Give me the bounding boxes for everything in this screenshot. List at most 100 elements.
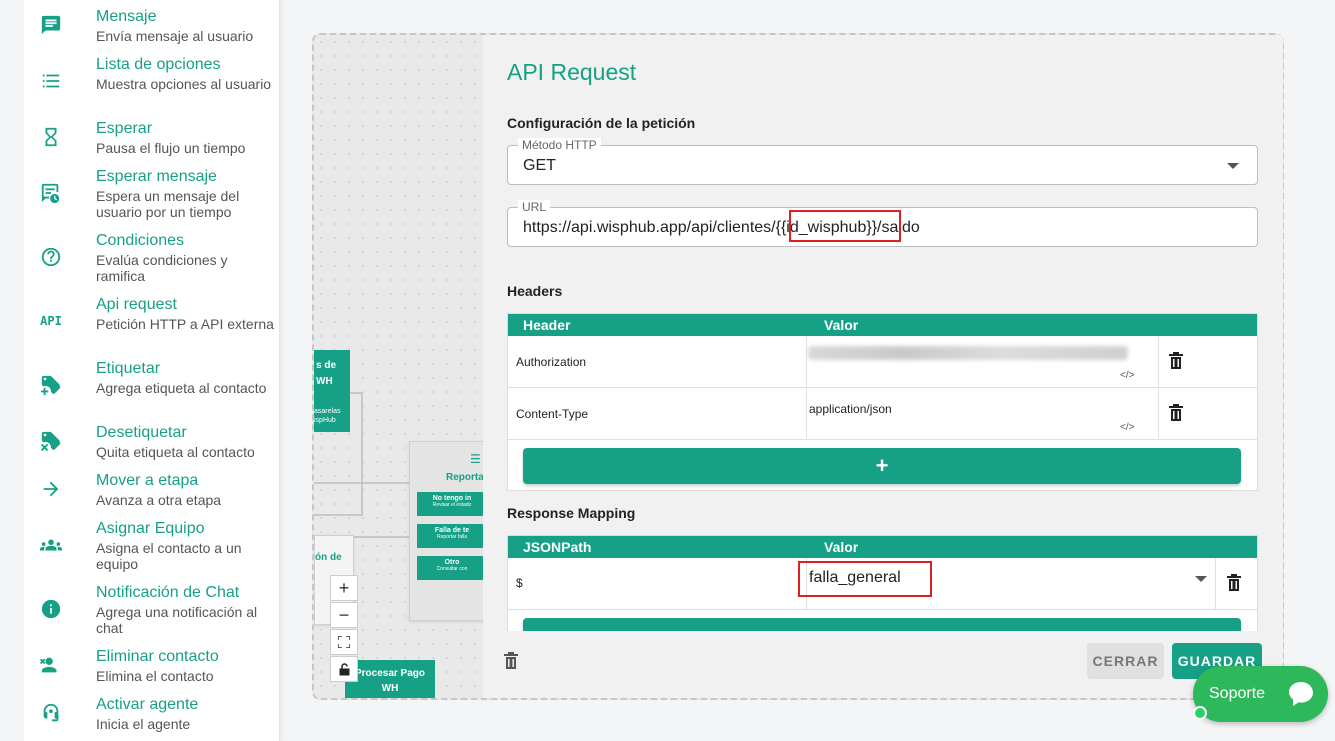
node-label: asarelas <box>314 408 341 415</box>
option-button[interactable]: No tengo in Revisar el estado <box>417 492 487 516</box>
column-divider <box>1158 336 1159 387</box>
column-header: Valor <box>824 539 859 555</box>
sidebar-item-title: Activar agente <box>96 696 199 713</box>
sidebar-item-desc: Pausa el flujo un tiempo <box>96 140 246 156</box>
sidebar-item-desc: Asigna el contacto a un equipo <box>96 540 242 572</box>
headers-table: Header Valor Authorization </> Content-T… <box>507 313 1258 491</box>
message-clock-icon <box>38 180 64 206</box>
delete-icon[interactable] <box>1226 574 1242 597</box>
option-label: Otro <box>444 559 460 566</box>
sidebar-item-title: Eliminar contacto <box>96 648 219 665</box>
column-divider <box>806 388 807 439</box>
highlight-box <box>789 210 901 242</box>
sidebar-item-desc: Inicia el agente <box>96 716 191 732</box>
sidebar-item-desc: Elimina el contacto <box>96 668 214 684</box>
field-legend: Método HTTP <box>518 138 601 152</box>
sidebar-item-title: Esperar mensaje <box>96 168 217 185</box>
fit-view-button[interactable] <box>330 629 358 655</box>
column-divider <box>1215 558 1216 609</box>
node-label: WH <box>381 683 399 694</box>
column-header: Header <box>523 317 571 333</box>
option-sub: Consultar con <box>436 566 468 572</box>
option-sub: Revisar el estado <box>432 502 472 508</box>
agent-icon <box>38 700 64 726</box>
sidebar-item-desc: Quita etiqueta al contacto <box>96 444 255 460</box>
panel-title: API Request <box>507 59 637 85</box>
table-row: Content-Type application/json </> <box>508 388 1257 440</box>
fit-view-icon <box>338 636 350 648</box>
highlight-box <box>798 561 932 597</box>
group-icon <box>38 532 64 558</box>
flow-node-reportar[interactable]: ☰ Reportar No tengo in Revisar el estado… <box>409 441 488 621</box>
sidebar-item-desc: Espera un mensaje del usuario por un tie… <box>96 188 240 220</box>
add-header-button[interactable]: + <box>523 448 1241 484</box>
node-label: ispHub <box>314 417 336 424</box>
sidebar-item-desc: Agrega etiqueta al contacto <box>96 380 267 396</box>
option-button[interactable]: Falla de te Reportar falla <box>417 524 487 548</box>
chat-bubble-icon <box>1289 682 1313 706</box>
online-status-dot <box>1193 706 1207 720</box>
chevron-down-icon <box>1227 163 1239 169</box>
sidebar-item-title: Etiquetar <box>96 360 161 377</box>
column-header: Valor <box>824 317 859 333</box>
field-legend: URL <box>518 200 551 214</box>
column-divider <box>806 336 807 387</box>
url-prefix: https://api.wisphub.app/api/clientes/ <box>523 219 776 236</box>
lock-button[interactable] <box>330 656 358 682</box>
code-emoji-icons[interactable]: </> <box>1120 370 1134 381</box>
api-icon: API <box>40 314 62 328</box>
header-value[interactable]: application/json <box>809 402 892 416</box>
list-icon: ☰ <box>470 452 481 466</box>
sidebar-item-title: Notificación de Chat <box>96 584 240 601</box>
sidebar: Mensaje Envía mensaje al usuario Lista de… <box>24 0 280 741</box>
tag-remove-icon <box>38 428 64 454</box>
api-request-panel: API Request Configuración de la petición… <box>483 35 1283 698</box>
option-sub: Reportar falla <box>436 534 467 540</box>
headers-section-label: Headers <box>507 283 563 299</box>
tag-add-icon <box>38 372 64 398</box>
sidebar-item-title: Desetiquetar <box>96 424 187 441</box>
table-header: Header Valor <box>508 314 1257 336</box>
sidebar-item-title: Mensaje <box>96 8 157 25</box>
flow-node-procesar-pago[interactable]: Procesar Pago WH <box>345 660 435 698</box>
table-row: Authorization </> <box>508 336 1257 388</box>
sidebar-item-desc: Muestra opciones al usuario <box>96 76 272 92</box>
header-key: Authorization <box>516 355 587 369</box>
question-icon <box>38 244 64 270</box>
node-label: s de <box>316 360 337 371</box>
jsonpath-key[interactable]: $ <box>516 576 523 590</box>
flow-node-gateway[interactable]: s de WH asarelas ispHub <box>314 350 350 432</box>
zoom-out-button[interactable]: − <box>330 602 358 628</box>
chat-icon <box>38 12 64 38</box>
support-label: Soporte <box>1209 685 1266 702</box>
info-icon <box>38 596 64 622</box>
hourglass-icon <box>38 124 64 150</box>
code-emoji-icons[interactable]: </> <box>1120 422 1134 433</box>
close-button[interactable]: CERRAR <box>1087 643 1164 679</box>
option-button[interactable]: Otro Consultar con <box>417 556 487 580</box>
sidebar-item-desc: Agrega una notificación al chat <box>96 604 258 636</box>
header-value-redacted[interactable] <box>808 346 1128 360</box>
add-mapping-button[interactable] <box>523 618 1241 631</box>
sidebar-item-title: Condiciones <box>96 232 185 249</box>
sidebar-item-title: Mover a etapa <box>96 472 199 489</box>
delete-icon[interactable] <box>1168 352 1184 375</box>
node-title: Reportar <box>446 472 488 483</box>
http-method-select[interactable]: Método HTTP GET <box>507 138 1258 185</box>
node-label: Procesar Pago <box>354 668 426 679</box>
method-value: GET <box>523 157 556 174</box>
sidebar-item-desc: Evalúa condiciones y ramifica <box>96 252 228 284</box>
delete-icon[interactable] <box>1168 404 1184 427</box>
column-divider <box>1158 388 1159 439</box>
node-title: ón de <box>315 552 342 563</box>
zoom-in-button[interactable]: + <box>330 575 358 601</box>
sidebar-item-desc: Avanza a otra etapa <box>96 492 222 508</box>
delete-node-icon[interactable] <box>503 652 519 675</box>
list-icon <box>38 68 64 94</box>
column-header: JSONPath <box>523 539 592 555</box>
chevron-down-icon[interactable] <box>1195 576 1207 582</box>
node-label: WH <box>316 376 333 387</box>
support-widget[interactable]: Soporte <box>1193 666 1328 722</box>
sidebar-item-desc: Petición HTTP a API externa <box>96 316 274 332</box>
sidebar-item-title: Api request <box>96 296 177 313</box>
